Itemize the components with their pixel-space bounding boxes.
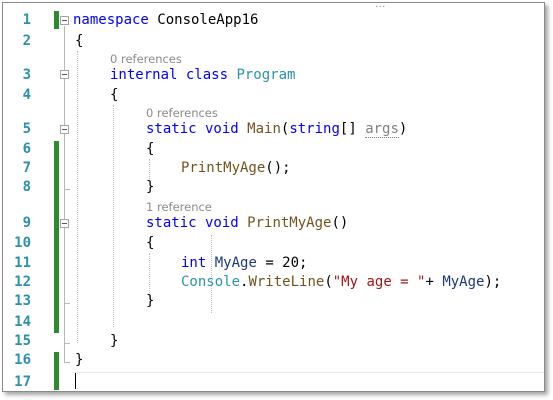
code-line-12[interactable]: Console.WriteLine("My age = "+ MyAge); — [181, 273, 501, 292]
collapse-toggle-icon[interactable] — [60, 219, 69, 228]
collapse-toggle-icon[interactable] — [60, 125, 69, 134]
class-keywords: internal class — [110, 67, 229, 83]
line-number: 17 — [14, 374, 31, 390]
code-line-9[interactable]: static void PrintMyAge() — [146, 214, 348, 233]
close-brace: } — [146, 293, 155, 309]
code-line-13[interactable]: } — [146, 292, 154, 311]
paren: ( — [324, 274, 333, 290]
outline-end — [64, 362, 70, 363]
top-hint-text: ... — [375, 2, 386, 10]
method-call: WriteLine — [248, 274, 325, 290]
param-type: string — [289, 121, 340, 137]
class-reference: Console — [181, 274, 241, 290]
paren: ) — [398, 121, 408, 137]
line-number: 6 — [22, 141, 31, 157]
collapse-toggle-icon[interactable] — [60, 16, 69, 25]
open-brace: { — [146, 141, 155, 157]
line-number: 1 — [22, 12, 31, 28]
type-keyword: int — [181, 255, 207, 271]
line-number: 8 — [22, 179, 31, 195]
line-number: 4 — [22, 87, 31, 103]
code-line-7[interactable]: PrintMyAge(); — [181, 159, 291, 178]
parens: () — [331, 215, 349, 231]
change-indicator-bar — [54, 141, 59, 333]
open-brace: { — [110, 87, 119, 103]
code-line-16[interactable]: } — [75, 351, 83, 370]
method-keywords: static void — [146, 121, 239, 137]
string-literal: "My age = " — [332, 274, 426, 290]
code-line-3[interactable]: internal class Program — [110, 66, 295, 85]
outline-end — [64, 303, 70, 304]
line-number: 14 — [14, 314, 31, 330]
text-caret — [75, 373, 76, 389]
method-keywords: static void — [146, 215, 239, 231]
namespace-keyword: namespace — [73, 12, 149, 28]
code-line-15[interactable]: } — [110, 332, 118, 351]
assignment: = 20; — [256, 255, 308, 271]
line-number: 2 — [22, 33, 31, 49]
class-name: Program — [236, 67, 296, 83]
codelens-references[interactable]: 1 reference — [146, 200, 212, 214]
namespace-name: ConsoleApp16 — [148, 12, 259, 28]
close-brace: } — [110, 333, 119, 349]
brackets: [] — [339, 121, 366, 137]
close-brace: } — [75, 352, 84, 368]
method-call: PrintMyAge — [181, 160, 266, 176]
close-brace: } — [146, 179, 155, 195]
code-line-11[interactable]: int MyAge = 20; — [181, 254, 307, 273]
line-number: 7 — [22, 160, 31, 176]
code-line-2[interactable]: { — [75, 32, 83, 51]
line-number: 15 — [14, 333, 31, 349]
plus-operator: + — [425, 274, 443, 290]
line-number: 11 — [14, 255, 31, 271]
param-name: args — [365, 121, 399, 138]
call-tail: ); — [484, 274, 502, 290]
line-number: 9 — [22, 215, 31, 231]
code-line-4[interactable]: { — [110, 86, 118, 105]
variable-name: MyAge — [442, 274, 485, 290]
line-number: 5 — [22, 121, 31, 137]
codelens-references[interactable]: 0 references — [110, 52, 182, 66]
change-indicator-bar — [54, 11, 59, 29]
change-indicator-bar — [54, 352, 59, 390]
outline-end — [64, 343, 70, 344]
method-name: PrintMyAge — [247, 215, 332, 231]
line-number: 3 — [22, 67, 31, 83]
code-line-10[interactable]: { — [146, 234, 154, 253]
indent-guide — [113, 105, 114, 327]
code-line-1[interactable]: namespace ConsoleApp16 — [73, 11, 258, 30]
line-number: 10 — [14, 235, 31, 251]
line-number: 13 — [14, 293, 31, 309]
code-line-5[interactable]: static void Main(string[] args) — [146, 120, 407, 139]
variable-name: MyAge — [214, 255, 257, 271]
indent-guide — [77, 51, 78, 343]
open-brace: { — [146, 235, 155, 251]
call-tail: (); — [265, 160, 291, 176]
code-editor[interactable]: ... 1 2 3 4 5 6 7 8 9 10 11 12 13 14 15 … — [2, 2, 545, 392]
codelens-references[interactable]: 0 references — [146, 106, 218, 120]
current-line-highlight — [73, 372, 544, 391]
code-line-6[interactable]: { — [146, 140, 154, 159]
outline-end — [64, 189, 70, 190]
code-line-8[interactable]: } — [146, 178, 154, 197]
line-number: 16 — [14, 352, 31, 368]
line-number: 12 — [14, 274, 31, 290]
collapse-toggle-icon[interactable] — [60, 70, 69, 79]
method-name: Main — [247, 121, 281, 137]
open-brace: { — [75, 33, 84, 49]
